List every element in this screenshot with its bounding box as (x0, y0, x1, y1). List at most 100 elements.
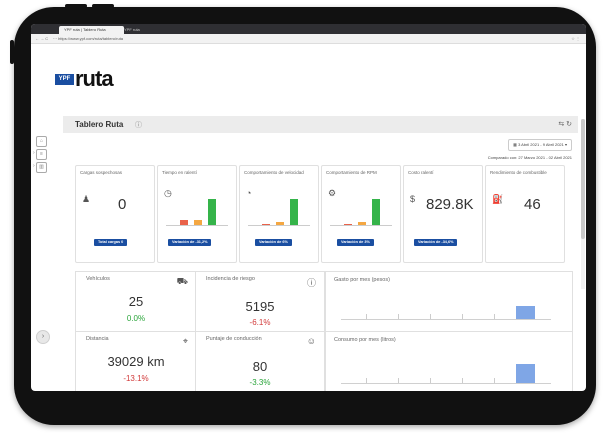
chart-tick (366, 378, 367, 383)
address-bar: ← → C ⋯ https://www.ypf.com/ruta/tablero… (31, 34, 586, 44)
variacion-tiempo-button[interactable]: Variación de -31,2% (168, 239, 212, 246)
stat-percent: -6.1% (249, 318, 271, 327)
mini-chart-bar (344, 223, 352, 225)
sidebar-chevron-icon: › (33, 150, 35, 156)
home-icon[interactable]: ⌂ (36, 136, 47, 147)
card-title: Rendimiento de combustible (490, 170, 547, 175)
total-cargas-button[interactable]: Total cargas 0 (94, 239, 128, 246)
kpi-card-rpm: Comportamiento de RPM ⚙ Variación de 3% (321, 165, 401, 263)
card-value: 0 (118, 196, 127, 213)
mini-chart-bar (208, 199, 216, 225)
driver-icon: ☺ (306, 336, 316, 346)
chart-axis (341, 383, 551, 384)
card-title: Costo ralentí (408, 170, 434, 175)
header-actions-icon[interactable]: ⇆ ↻ (558, 120, 572, 128)
stat-value: 25 (128, 294, 144, 309)
card-value: 829.8K (426, 196, 474, 213)
variacion-costo-button[interactable]: Variación de -34,6% (414, 239, 458, 246)
stat-percent: -13.1% (123, 374, 149, 383)
chart-tick (462, 314, 463, 319)
location-icon: ⌖ (182, 336, 188, 346)
tablet-top-button-right (92, 4, 114, 8)
chart-tick (462, 378, 463, 383)
mini-chart-axis (166, 225, 228, 226)
mini-chart-bar (194, 219, 202, 225)
stat-incidencia: Incidencia de riesgo ⓘ 5195 -6.1% (195, 271, 325, 333)
card-title: Comportamiento de RPM (326, 170, 377, 175)
screen: YPF ruta | Tablero Ruta YPF ruta ← → C ⋯… (31, 24, 586, 391)
variacion-rpm-button[interactable]: Variación de 3% (337, 239, 374, 246)
kpi-card-rendimiento: Rendimiento de combustible ⛽ 46 (485, 165, 565, 263)
chart-bar (516, 364, 535, 383)
chart-title: Consumo por mes (litros) (334, 337, 396, 343)
variacion-velocidad-button[interactable]: Variación de 6% (255, 239, 292, 246)
mini-chart-velocidad (248, 198, 310, 226)
fuel-icon: ⛽ (492, 194, 504, 204)
chart-bar (516, 306, 535, 319)
card-title: Comportamiento de velocidad (244, 170, 304, 175)
url-field[interactable]: ⋯ https://www.ypf.com/ruta/tablero/ruta (53, 34, 123, 43)
truck-icon: ⛟ (176, 276, 188, 286)
list-icon[interactable]: ≡ (36, 149, 47, 160)
stat-value: 5195 (245, 299, 275, 314)
browser-tab-bar: YPF ruta | Tablero Ruta YPF ruta (31, 24, 586, 40)
stat-title: Vehículos (86, 276, 110, 282)
tablet-top-button-left (65, 4, 87, 8)
dashboard-panel: Tablero Ruta ⓘ ⇆ ↻ ▦ 3 Abril 2021 - 9 Ab… (63, 116, 578, 391)
mini-chart-rpm (330, 198, 392, 226)
browser-tab[interactable]: YPF ruta (119, 26, 169, 34)
page-scrollbar[interactable] (581, 119, 585, 289)
stat-vehiculos: Vehículos ⛟ 25 0.0% (75, 271, 197, 333)
card-title: Cargas sospechosas (80, 170, 123, 175)
page-title: Tablero Ruta (75, 120, 124, 129)
sidebar-expand-button[interactable]: › (36, 330, 50, 344)
mini-chart-bar (290, 199, 298, 225)
stat-title: Incidencia de riesgo (206, 276, 255, 282)
stat-percent: -3.3% (249, 378, 271, 387)
chart-tick (430, 314, 431, 319)
mini-chart-bar (262, 223, 270, 225)
person-icon: ♟ (82, 194, 91, 204)
panel-header: Tablero Ruta ⓘ ⇆ ↻ (63, 116, 578, 133)
stat-value: 39029 km (107, 354, 165, 369)
chart-tick (430, 378, 431, 383)
chart-tick (398, 314, 399, 319)
kpi-card-costo: Costo ralentí $ 829.8K Variación de -34,… (403, 165, 483, 263)
stat-distancia: Distancia ⌖ 39029 km -13.1% (75, 331, 197, 391)
stat-title: Puntaje de conducción (206, 336, 262, 342)
money-icon: $ (410, 194, 416, 204)
sidebar-chevron-icon: › (33, 163, 35, 169)
card-value: 46 (524, 196, 541, 213)
consumo-chart-panel: Consumo por mes (litros) (325, 331, 573, 391)
stat-percent: 0.0% (126, 314, 146, 323)
chart-axis (341, 319, 551, 320)
kpi-card-cargas: Cargas sospechosas ♟ 0 Total cargas 0 (75, 165, 155, 263)
logo-badge: YPF (55, 74, 74, 85)
date-range-picker[interactable]: ▦ 3 Abril 2021 - 9 Abril 2021 ▾ (508, 139, 572, 151)
card-title: Tiempo en ralentí (162, 170, 197, 175)
gasto-chart-panel: Gasto por mes (pesos) (325, 271, 573, 333)
kpi-card-tiempo: Tiempo en ralentí ◷ Variación de -31,2% (157, 165, 237, 263)
mini-chart-axis (248, 225, 310, 226)
scrollbar-thumb[interactable] (581, 119, 585, 239)
browser-menu-icon[interactable]: ☆ ⋮ (571, 34, 580, 43)
chart-tick (494, 314, 495, 319)
kpi-card-velocidad: Comportamiento de velocidad ◔ Variación … (239, 165, 319, 263)
logo-word: ruta (75, 66, 114, 91)
chart-title: Gasto por mes (pesos) (334, 277, 390, 283)
stat-value: 80 (252, 359, 268, 374)
chart-tick (494, 378, 495, 383)
browser-tab-active[interactable]: YPF ruta | Tablero Ruta (59, 26, 124, 34)
mini-chart-bar (180, 219, 188, 225)
mini-chart-bar (358, 222, 366, 225)
nav-arrows-icon[interactable]: ← → C (35, 34, 48, 43)
mini-chart-bar (276, 222, 284, 225)
stat-title: Distancia (86, 336, 109, 342)
alert-icon: ⓘ (306, 278, 316, 288)
mini-chart-bar (372, 199, 380, 225)
chart-tick (366, 314, 367, 319)
compare-period-text: Comparado con: 27 Marzo 2021 - 02 Abril … (487, 155, 572, 160)
mini-chart-axis (330, 225, 392, 226)
info-icon[interactable]: ⓘ (135, 120, 142, 130)
chart-icon[interactable]: ▥ (36, 162, 47, 173)
